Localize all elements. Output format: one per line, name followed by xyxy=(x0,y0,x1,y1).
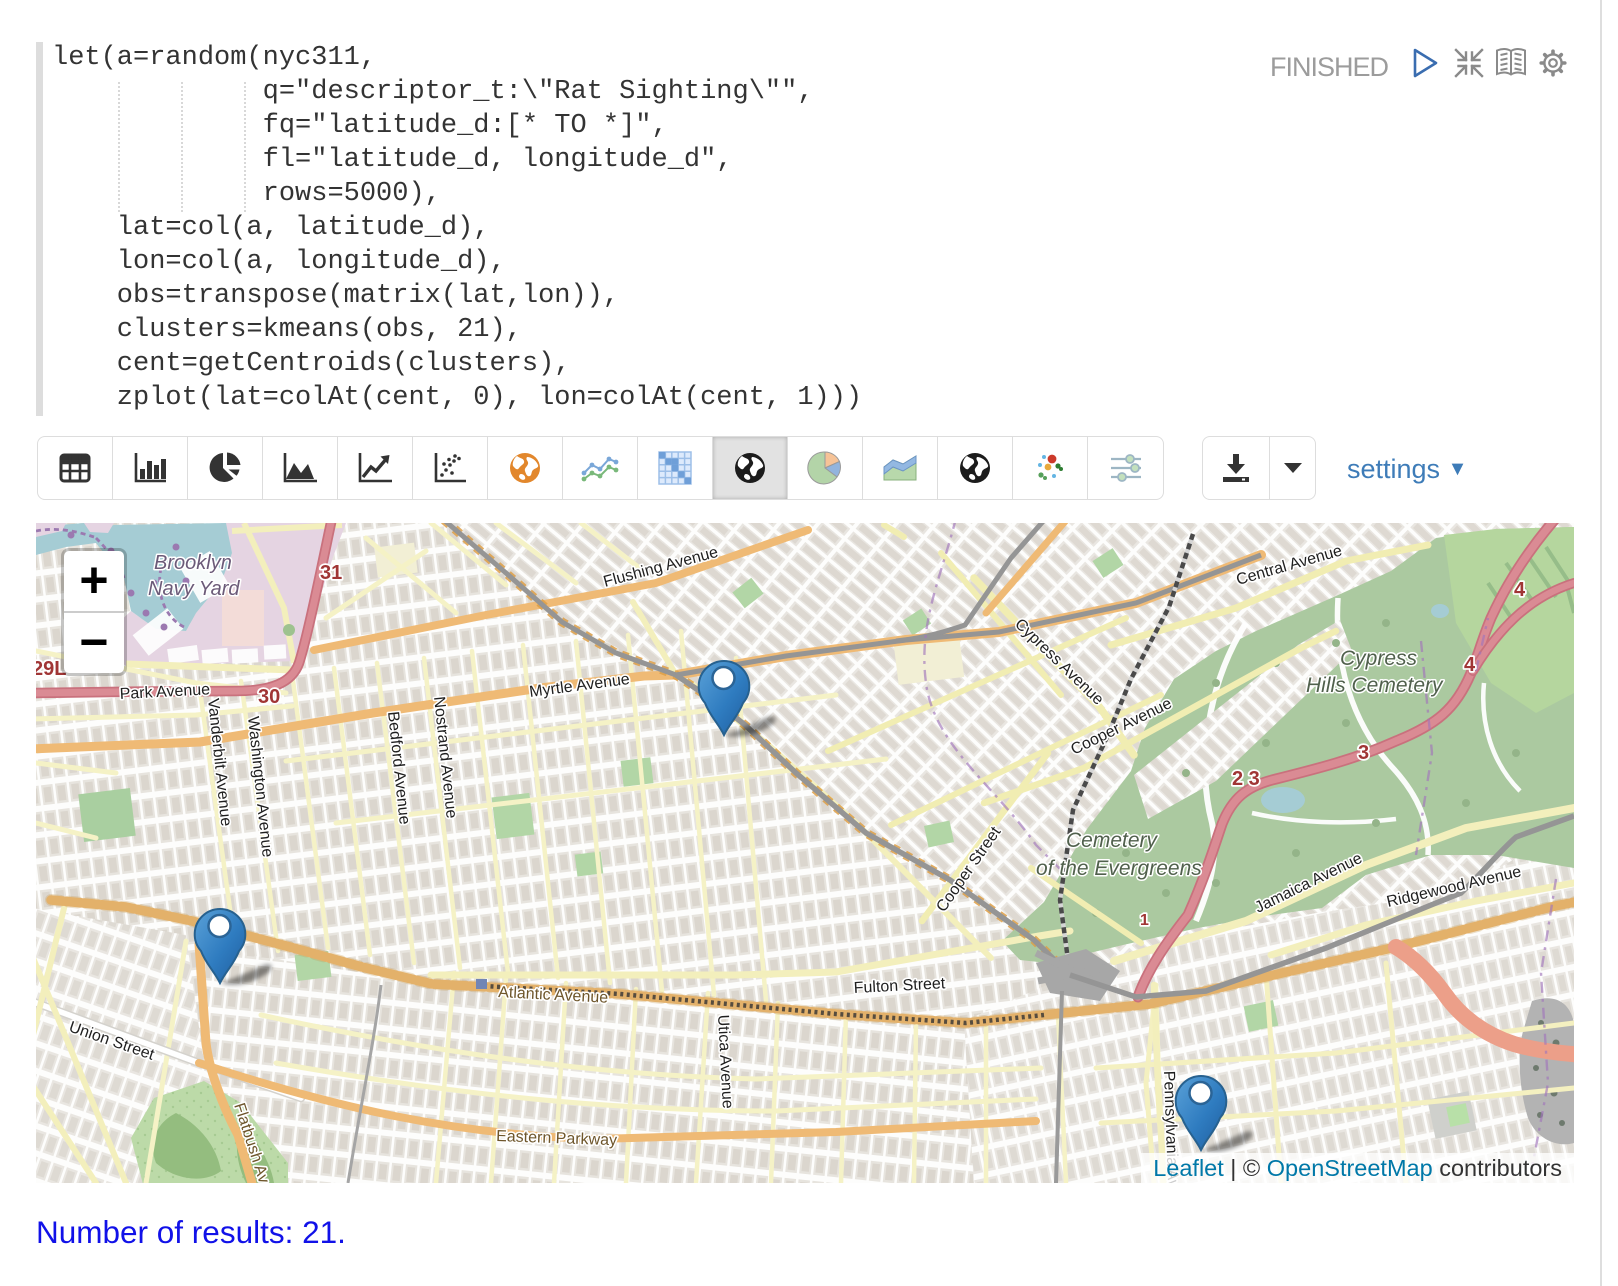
svg-text:1: 1 xyxy=(1140,912,1149,929)
svg-text:3: 3 xyxy=(1358,742,1369,764)
svg-text:of the Evergreens: of the Evergreens xyxy=(1036,857,1202,880)
svg-text:4: 4 xyxy=(1514,579,1526,601)
svg-text:30: 30 xyxy=(258,686,280,708)
svg-text:2 3: 2 3 xyxy=(1232,768,1260,790)
svg-text:Hills Cemetery: Hills Cemetery xyxy=(1306,674,1444,697)
svg-text:4: 4 xyxy=(1464,654,1476,676)
svg-text:Navy Yard: Navy Yard xyxy=(148,578,240,600)
svg-text:31: 31 xyxy=(320,562,342,584)
svg-text:Cemetery: Cemetery xyxy=(1066,829,1159,852)
svg-text:Brooklyn: Brooklyn xyxy=(154,552,232,574)
svg-text:Cypress: Cypress xyxy=(1340,647,1418,670)
